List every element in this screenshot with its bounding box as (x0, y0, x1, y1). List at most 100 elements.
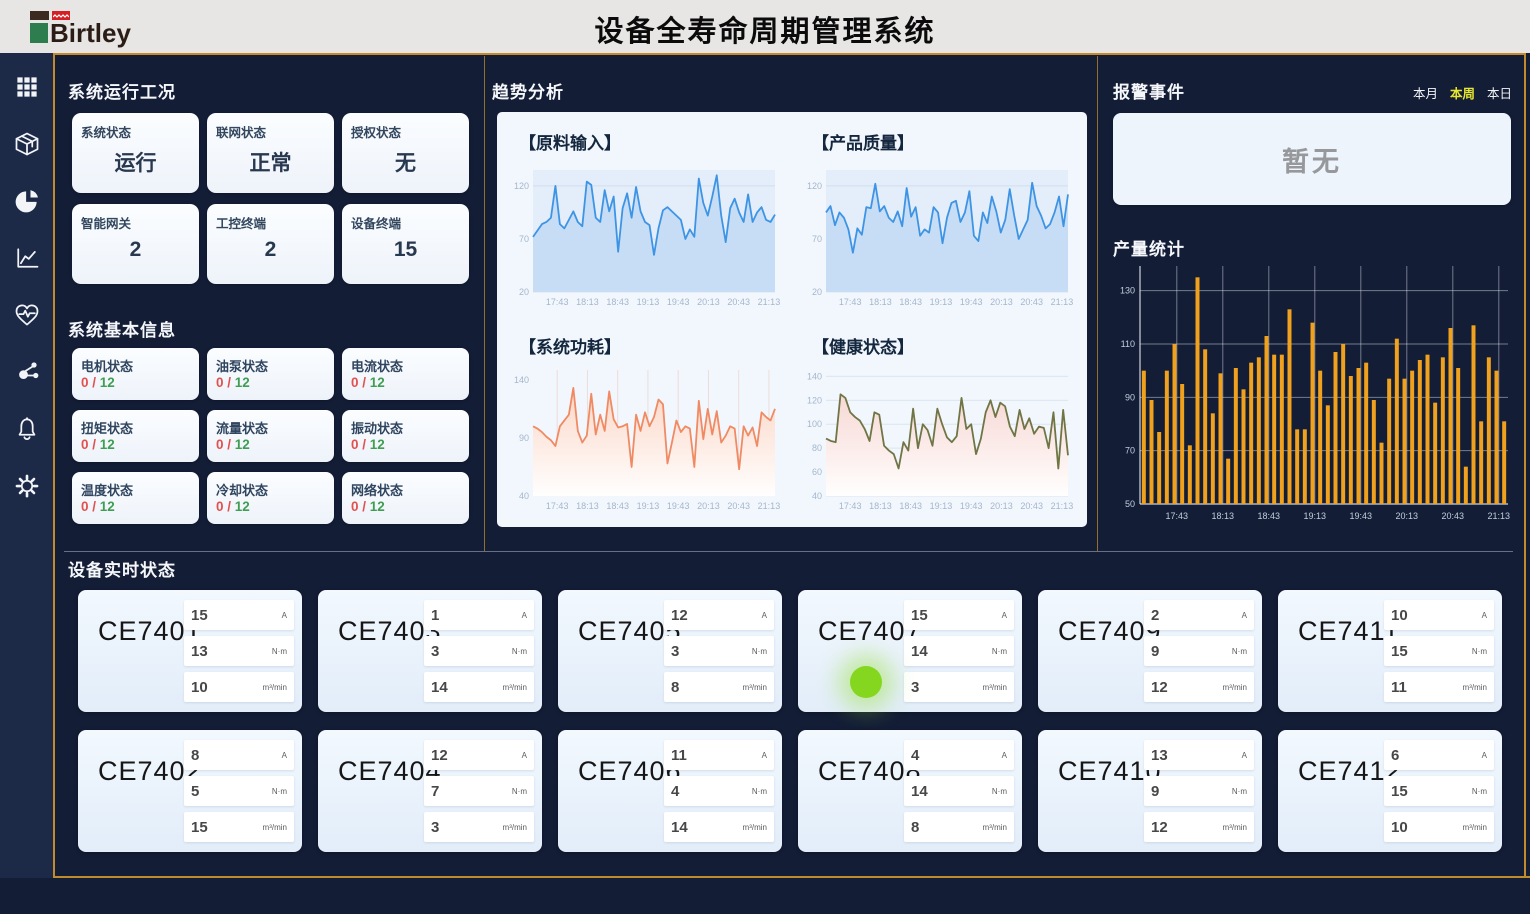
device-value: 11 (664, 747, 687, 764)
svg-text:19:13: 19:13 (1304, 511, 1327, 521)
status-card: 授权状态无 (342, 113, 469, 193)
devices-section-divider (64, 551, 1513, 552)
status-card-value: 正常 (207, 147, 334, 177)
status-card: 系统状态运行 (72, 113, 199, 193)
svg-text:21:13: 21:13 (1488, 511, 1511, 521)
info-card: 振动状态0 / 12 (342, 410, 469, 462)
device-value-row: 7N·m (424, 776, 534, 806)
device-value: 12 (664, 607, 688, 624)
device-value: 11 (1384, 679, 1407, 696)
device-unit: N·m (512, 647, 534, 656)
device-value-row: 15N·m (1384, 636, 1494, 666)
device-status-indicator (850, 666, 882, 698)
network-nodes-icon[interactable] (11, 356, 43, 388)
device-value-row: 3N·m (664, 636, 774, 666)
device-grid: CE740115A13N·m10m³/minCE74031A3N·m14m³/m… (78, 590, 1502, 852)
device-values: 15A13N·m10m³/min (184, 600, 294, 702)
device-value-row: 12m³/min (1144, 672, 1254, 702)
device-card[interactable]: CE740611A4N·m14m³/min (558, 730, 782, 852)
device-card[interactable]: CE74031A3N·m14m³/min (318, 590, 542, 712)
svg-text:70: 70 (812, 234, 822, 244)
device-unit: m³/min (1463, 823, 1494, 832)
status-card: 设备终端15 (342, 204, 469, 284)
device-unit: A (1002, 751, 1014, 760)
device-card[interactable]: CE74084A14N·m8m³/min (798, 730, 1022, 852)
svg-text:18:43: 18:43 (899, 501, 922, 511)
info-ratio-current: 0 / (351, 437, 370, 452)
info-card-ratio: 0 / 12 (351, 375, 385, 390)
status-card-value: 无 (342, 147, 469, 177)
device-unit: m³/min (983, 823, 1014, 832)
info-ratio-current: 0 / (216, 499, 235, 514)
svg-text:90: 90 (1125, 392, 1135, 402)
health-pulse-icon[interactable] (11, 299, 43, 331)
device-value: 6 (1384, 747, 1399, 764)
info-card-ratio: 0 / 12 (216, 499, 250, 514)
svg-text:19:13: 19:13 (930, 501, 953, 511)
svg-text:18:43: 18:43 (606, 501, 629, 511)
info-card: 网络状态0 / 12 (342, 472, 469, 524)
svg-text:40: 40 (812, 491, 822, 501)
device-card[interactable]: CE740412A7N·m3m³/min (318, 730, 542, 852)
device-value-row: 3N·m (424, 636, 534, 666)
svg-text:21:13: 21:13 (1051, 501, 1074, 511)
production-bar-chart: 50709011013017:4318:1318:4319:1319:4320:… (1112, 262, 1514, 530)
alarm-tab-本周[interactable]: 本周 (1450, 83, 1475, 102)
alarm-tab-本日[interactable]: 本日 (1487, 83, 1512, 102)
device-value-row: 8m³/min (904, 812, 1014, 842)
device-value-row: 14m³/min (664, 812, 774, 842)
device-card[interactable]: CE740715A14N·m3m³/min (798, 590, 1022, 712)
system-status-cards: 系统状态运行联网状态正常授权状态无智能网关2工控终端2设备终端15 (72, 113, 470, 284)
pie-chart-icon[interactable] (11, 185, 43, 217)
line-chart-icon[interactable] (11, 242, 43, 274)
info-card-label: 电流状态 (351, 356, 403, 375)
alarm-tab-本月[interactable]: 本月 (1413, 83, 1438, 102)
system-status-title: 系统运行工况 (68, 78, 176, 103)
gear-icon[interactable] (11, 470, 43, 502)
device-value-row: 15N·m (1384, 776, 1494, 806)
svg-text:20:13: 20:13 (1396, 511, 1419, 521)
device-unit: A (762, 611, 774, 620)
status-card: 工控终端2 (207, 204, 334, 284)
trend-chart-title: 【健康状态】 (812, 333, 914, 358)
device-value-row: 14m³/min (424, 672, 534, 702)
devices-title: 设备实时状态 (68, 556, 176, 581)
trend-chart-svg: 40608010012014017:4318:1318:4319:1319:43… (798, 364, 1076, 516)
info-card-ratio: 0 / 12 (81, 499, 115, 514)
trend-chart-product-quality: 【产品质量】207012017:4318:1318:4319:1319:4320… (792, 116, 1085, 320)
device-unit: m³/min (743, 823, 774, 832)
device-unit: N·m (272, 787, 294, 796)
bell-icon[interactable] (11, 413, 43, 445)
device-unit: A (762, 751, 774, 760)
svg-text:120: 120 (807, 395, 822, 405)
device-unit: N·m (1472, 787, 1494, 796)
trend-panel: 【原料输入】207012017:4318:1318:4319:1319:4320… (497, 112, 1087, 527)
svg-text:20:43: 20:43 (1442, 511, 1465, 521)
device-card[interactable]: CE740115A13N·m10m³/min (78, 590, 302, 712)
device-value-row: 15m³/min (184, 812, 294, 842)
device-unit: N·m (1232, 647, 1254, 656)
device-card[interactable]: CE741110A15N·m11m³/min (1278, 590, 1502, 712)
device-value: 10 (1384, 607, 1408, 624)
svg-text:18:43: 18:43 (899, 297, 922, 307)
svg-text:17:43: 17:43 (546, 297, 569, 307)
device-value: 14 (904, 783, 928, 800)
svg-text:17:43: 17:43 (546, 501, 569, 511)
device-unit: N·m (272, 647, 294, 656)
device-card[interactable]: CE74126A15N·m10m³/min (1278, 730, 1502, 852)
device-values: 12A7N·m3m³/min (424, 740, 534, 842)
device-values: 13A9N·m12m³/min (1144, 740, 1254, 842)
device-values: 10A15N·m11m³/min (1384, 600, 1494, 702)
device-card[interactable]: CE74092A9N·m12m³/min (1038, 590, 1262, 712)
device-card[interactable]: CE74028A5N·m15m³/min (78, 730, 302, 852)
device-value: 12 (1144, 819, 1168, 836)
device-card[interactable]: CE741013A9N·m12m³/min (1038, 730, 1262, 852)
device-value-row: 13A (1144, 740, 1254, 770)
device-value-row: 10m³/min (184, 672, 294, 702)
device-values: 15A14N·m3m³/min (904, 600, 1014, 702)
cube-3d-icon[interactable] (11, 128, 43, 160)
apps-grid-icon[interactable] (11, 71, 43, 103)
device-card[interactable]: CE740512A3N·m8m³/min (558, 590, 782, 712)
device-value-row: 11 A (664, 740, 774, 770)
device-value: 10 (1384, 819, 1408, 836)
